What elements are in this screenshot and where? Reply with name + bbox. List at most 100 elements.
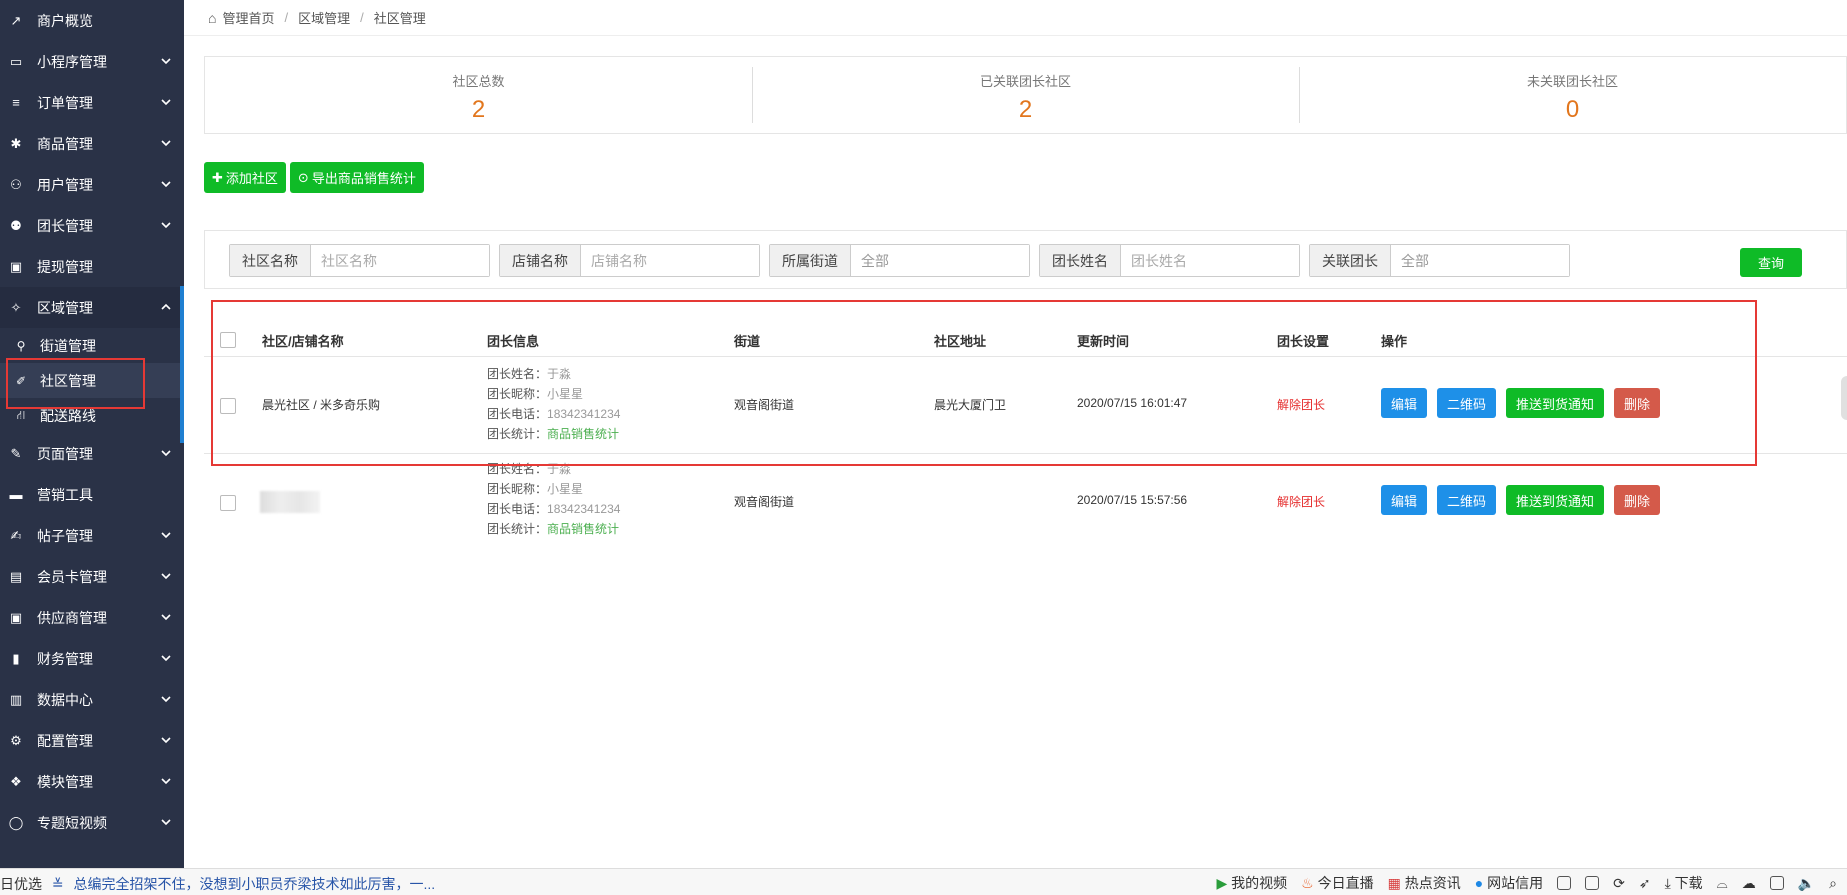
shield-icon[interactable] [1557,876,1572,890]
news-ticker-link[interactable]: 总编完全招架不住，没想到小职员乔梁技术如此厉害，一... [74,876,436,892]
toolbar: ✚ 添加社区 ⊙ 导出商品销售统计 [204,162,424,193]
stat-value: 2 [1018,96,1033,123]
unbind-leader-link[interactable]: 解除团长 [1277,493,1325,510]
leader-name-input[interactable] [1121,245,1299,276]
updated-time: 2020/07/15 15:57:56 [1077,493,1188,507]
browser-statusbar: 日优选 ≚ 总编完全招架不住，没想到小职员乔梁技术如此厉害，一... ▶ 我的视… [0,868,1847,895]
road-icon: ⛙ [16,407,26,422]
chevron-down-icon [161,450,171,457]
sidebar-item-label: 营销工具 [37,486,93,503]
sidebar-item[interactable]: ✧ 区域管理 [0,287,184,328]
gift-icon: ✱ [10,135,22,151]
sidebar-item-label: 小程序管理 [37,53,107,70]
sidebar-item[interactable]: ⚇ 用户管理 [0,164,184,205]
volume-icon[interactable]: 🔈 [1798,875,1815,892]
chart-line-icon: ↗ [10,12,22,28]
home-icon[interactable]: ⌂ [208,10,216,26]
sidebar-item-label: 页面管理 [37,445,93,462]
download-link[interactable]: ⤓ 下载 [1665,873,1703,893]
qrcode-button[interactable]: 二维码 [1437,485,1497,515]
users-icon: ⚉ [10,217,22,233]
breadcrumb: ⌂ 管理首页 / 区域管理 / 社区管理 [184,0,1847,36]
rocket-icon[interactable]: ➶ [1639,875,1651,892]
sidebar-item[interactable]: ≡ 订单管理 [0,82,184,123]
sidebar-item-label: 财务管理 [37,650,93,667]
sidebar-item-label: 数据中心 [37,691,93,708]
sidebar-item[interactable]: ▣ 供应商管理 [0,597,184,638]
sidebar-item[interactable]: ✎ 页面管理 [0,433,184,474]
fire-icon: ♨ [1301,875,1314,891]
sidebar-item[interactable]: ⚙ 配置管理 [0,720,184,761]
sidebar-item[interactable]: ▬ 营销工具 [0,474,184,515]
stats-panel: 社区总数 2 已关联团长社区 2 未关联团长社区 0 [204,56,1847,134]
sidebar-item[interactable]: ▤ 会员卡管理 [0,556,184,597]
table-row: 团长姓名：于淼 团长昵称：小星星 团长电话：18342341234 团长统计：商… [204,455,1847,551]
query-button[interactable]: 查询 [1740,248,1802,277]
statusbar-app-text: 日优选 [0,876,42,892]
stat-label: 社区总数 [452,74,505,89]
street-select[interactable]: 全部 [851,245,1029,276]
sidebar-item[interactable]: ▮ 财务管理 [0,638,184,679]
sidebar-item[interactable]: ▭ 小程序管理 [0,41,184,82]
search-icon[interactable]: ⌕ [1829,875,1837,892]
chevron-down-icon [161,696,171,703]
chevron-down-icon [161,58,171,65]
edit-button[interactable]: 编辑 [1381,485,1428,515]
sidebar-item-label: 配置管理 [37,732,93,749]
brush-icon: ✎ [10,445,22,461]
sidebar-item[interactable]: ✍ 帖子管理 [0,515,184,556]
cogs-icon: ⚙ [10,732,22,748]
sidebar-item-label: 订单管理 [37,94,93,111]
leader-info: 团长姓名：于淼 团长昵称：小星星 团长电话：18342341234 团长统计：商… [487,462,621,536]
annotation-sidebar-box [6,358,145,409]
stat-label: 未关联团长社区 [1526,74,1618,89]
sidebar-item-label: 提现管理 [37,258,93,275]
add-community-label: 添加社区 [225,171,278,186]
cloud-icon[interactable]: ☁ [1742,875,1756,892]
sales-stats-link[interactable]: 商品销售统计 [547,522,619,536]
stat-label: 已关联团长社区 [979,74,1071,89]
live-link[interactable]: ♨ 今日直播 [1301,873,1373,893]
sidebar-item[interactable]: ⚉ 团长管理 [0,205,184,246]
site-credit-link[interactable]: ● 网站信用 [1475,873,1543,893]
refresh-icon[interactable]: ⟳ [1613,875,1625,892]
comment-icon: ◯ [8,814,24,830]
delete-button[interactable]: 删除 [1614,485,1661,515]
image-icon[interactable] [1585,876,1600,890]
community-name-input[interactable] [311,245,489,276]
sidebar-item-label: 模块管理 [37,773,93,790]
chevron-down-icon [161,181,171,188]
sidebar-item-label: 商品管理 [37,135,93,152]
monitor-icon: ▭ [9,53,23,69]
add-community-button[interactable]: ✚ 添加社区 [204,162,286,193]
suitcase-icon: ▣ [9,609,23,625]
street-filter: 所属街道 全部 [769,244,1030,277]
glasses-icon[interactable]: ⌓ [1717,875,1728,892]
bar-chart-icon: ▥ [9,691,23,707]
push-notice-button[interactable]: 推送到货通知 [1506,485,1605,515]
export-sales-button[interactable]: ⊙ 导出商品销售统计 [289,162,424,193]
linked-leader-select[interactable]: 全部 [1391,245,1569,276]
sidebar-item[interactable]: ▣ 提现管理 [0,246,184,287]
statusbar-left: 日优选 ≚ 总编完全招架不住，没想到小职员乔梁技术如此厉害，一... [0,874,435,894]
my-video-link[interactable]: ▶ 我的视频 [1216,873,1287,893]
sidebar-item[interactable]: ❖ 模块管理 [0,761,184,802]
download-circle-icon: ⊙ [297,169,309,185]
breadcrumb-region[interactable]: 区域管理 [298,8,350,27]
news-icon: ▦ [1387,875,1401,891]
sidebar-item-label: 团长管理 [37,217,93,234]
row-checkbox[interactable] [220,495,236,511]
breadcrumb-home[interactable]: 管理首页 [222,8,274,27]
shop-filter: 店铺名称 [499,244,760,277]
hot-news-link[interactable]: ▦ 热点资讯 [1388,873,1461,893]
sidebar-item[interactable]: ↗ 商户概览 [0,0,184,41]
drop-icon: ● [1474,875,1484,891]
window-icon[interactable] [1769,876,1784,890]
sidebar-item[interactable]: ▥ 数据中心 [0,679,184,720]
scroll-handle[interactable] [1841,376,1847,420]
shop-name-input[interactable] [581,245,759,276]
breadcrumb-current: 社区管理 [373,11,426,26]
sidebar-item[interactable]: ✱ 商品管理 [0,123,184,164]
id-card-icon: ▤ [9,568,23,584]
sidebar-item[interactable]: ◯ 专题短视频 [0,802,184,843]
